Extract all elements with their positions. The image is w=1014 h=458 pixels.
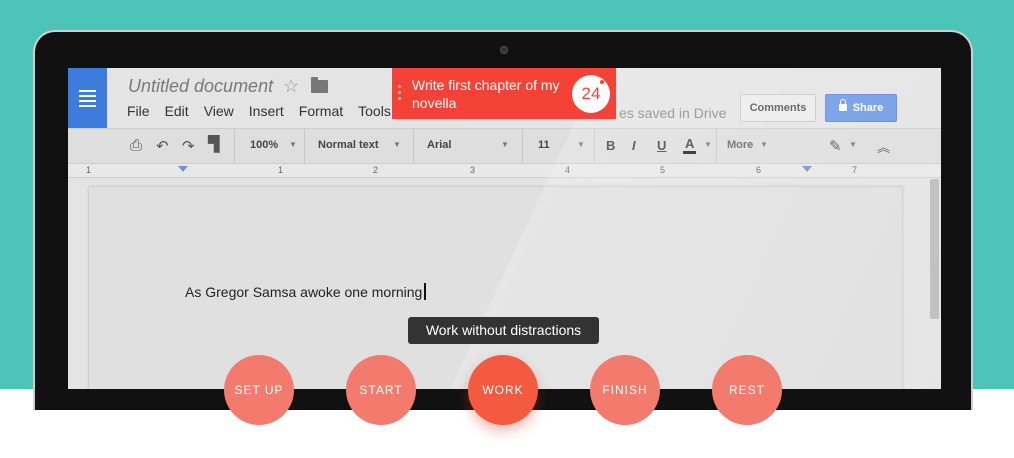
underline-button[interactable]: U xyxy=(657,138,666,153)
ruler: 1 1 2 3 4 5 6 7 xyxy=(68,164,941,178)
save-status: es saved in Drive xyxy=(619,105,727,121)
toolbar-divider xyxy=(522,129,523,163)
comments-button[interactable]: Comments xyxy=(740,94,816,122)
timer-value: 24 xyxy=(581,84,601,103)
ruler-number: 1 xyxy=(278,165,284,175)
menu-edit[interactable]: Edit xyxy=(165,103,189,119)
toolbar-divider xyxy=(413,129,414,163)
chevron-down-icon: ▼ xyxy=(760,140,768,149)
more-button[interactable]: More xyxy=(727,139,753,151)
ruler-number: 5 xyxy=(660,165,666,175)
timer-badge[interactable]: 24 xyxy=(572,75,610,113)
collapse-icon[interactable]: ︽ xyxy=(877,137,890,156)
folder-icon[interactable] xyxy=(311,77,328,93)
chevron-down-icon: ▼ xyxy=(501,140,509,149)
toolbar-divider xyxy=(594,129,595,163)
toolbar-divider xyxy=(234,129,235,163)
style-select[interactable]: Normal text xyxy=(318,139,379,151)
bold-button[interactable]: B xyxy=(606,138,615,153)
menu-view[interactable]: View xyxy=(204,103,234,119)
zoom-select[interactable]: 100% xyxy=(250,139,278,151)
timer-indicator-dot xyxy=(600,80,604,84)
text-cursor xyxy=(424,283,426,300)
step-finish[interactable]: FINISH xyxy=(590,355,660,425)
docs-logo-icon[interactable] xyxy=(68,68,107,128)
share-label: Share xyxy=(852,102,884,114)
menu-bar: File Edit View Insert Format Tools xyxy=(127,103,406,119)
step-set-up[interactable]: SET UP xyxy=(224,355,294,425)
menu-insert[interactable]: Insert xyxy=(249,103,284,119)
laptop-camera xyxy=(500,46,508,54)
redo-icon[interactable]: ↷ xyxy=(182,137,195,155)
star-icon[interactable]: ☆ xyxy=(283,76,299,97)
paint-format-icon[interactable]: ▜ xyxy=(208,135,220,153)
font-size-select[interactable]: 11 xyxy=(538,139,550,151)
ruler-number: 7 xyxy=(852,165,858,175)
menu-tools[interactable]: Tools xyxy=(358,103,391,119)
ruler-number: 6 xyxy=(756,165,762,175)
chevron-down-icon: ▼ xyxy=(849,140,857,149)
chevron-down-icon: ▼ xyxy=(577,140,585,149)
chevron-down-icon: ▼ xyxy=(704,140,712,149)
body-text: As Gregor Samsa awoke one morning xyxy=(185,284,423,300)
right-indent-marker-icon[interactable] xyxy=(802,166,812,172)
step-rest[interactable]: REST xyxy=(712,355,782,425)
menu-file[interactable]: File xyxy=(127,103,150,119)
ruler-number: 3 xyxy=(470,165,476,175)
print-icon[interactable]: ⎙ xyxy=(130,137,142,154)
chevron-down-icon: ▼ xyxy=(289,140,297,149)
tooltip: Work without distractions xyxy=(408,317,599,344)
ruler-number: 2 xyxy=(373,165,379,175)
undo-icon[interactable]: ↶ xyxy=(156,137,169,155)
task-title: Write first chapter of my novella xyxy=(412,77,560,111)
toolbar: ⎙ ↶ ↷ ▜ 100% ▼ Normal text ▼ Arial ▼ 11 … xyxy=(68,128,941,164)
indent-marker-icon[interactable] xyxy=(178,166,188,172)
toolbar-divider xyxy=(304,129,305,163)
pencil-icon[interactable]: ✎ xyxy=(829,137,842,155)
step-start[interactable]: START xyxy=(346,355,416,425)
italic-button[interactable]: I xyxy=(632,138,636,153)
chevron-down-icon: ▼ xyxy=(393,140,401,149)
menu-format[interactable]: Format xyxy=(299,103,343,119)
vertical-scrollbar[interactable] xyxy=(930,179,939,319)
lock-icon xyxy=(838,98,847,111)
share-button[interactable]: Share xyxy=(825,94,897,122)
toolbar-divider xyxy=(716,129,717,163)
text-color-button[interactable]: A xyxy=(683,136,697,154)
document-title[interactable]: Untitled document xyxy=(128,76,273,97)
document-body[interactable]: As Gregor Samsa awoke one morning xyxy=(185,283,426,300)
drag-handle-icon[interactable] xyxy=(398,85,401,103)
task-banner[interactable]: Write first chapter of my novella 24 xyxy=(392,68,616,119)
step-work[interactable]: WORK xyxy=(468,355,538,425)
font-select[interactable]: Arial xyxy=(427,139,451,151)
ruler-number: 4 xyxy=(565,165,571,175)
ruler-number: 1 xyxy=(86,165,92,175)
